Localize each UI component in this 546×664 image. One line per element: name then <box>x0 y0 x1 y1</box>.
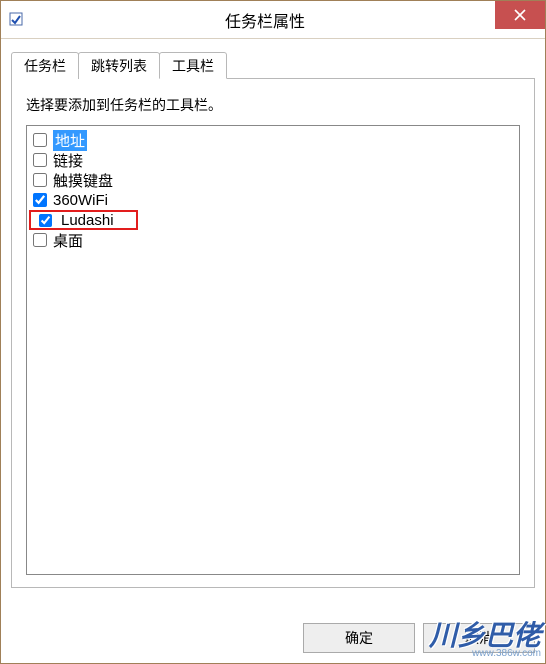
titlebar: 任务栏属性 <box>1 1 545 39</box>
list-item[interactable]: 触摸键盘 <box>29 170 517 190</box>
ok-button[interactable]: 确定 <box>303 623 415 653</box>
cancel-button[interactable]: 取消 <box>423 623 535 653</box>
highlight-annotation: Ludashi <box>29 210 138 230</box>
item-label: 地址 <box>53 130 87 151</box>
list-item[interactable]: 桌面 <box>29 230 517 250</box>
tab-strip: 任务栏 跳转列表 工具栏 <box>11 51 535 79</box>
item-label: Ludashi <box>61 212 114 229</box>
checkbox-desktop[interactable] <box>33 233 47 247</box>
toolbars-listbox[interactable]: 地址 链接 触摸键盘 360WiFi Ludashi <box>26 125 520 575</box>
tab-taskbar[interactable]: 任务栏 <box>11 52 79 79</box>
tab-toolbar[interactable]: 工具栏 <box>159 52 227 79</box>
checkbox-touchkb[interactable] <box>33 173 47 187</box>
close-icon <box>514 9 526 21</box>
window-title: 任务栏属性 <box>0 8 545 32</box>
list-item[interactable]: 360WiFi <box>29 190 517 210</box>
checkbox-ludashi[interactable] <box>39 214 52 227</box>
item-label: 360WiFi <box>53 192 108 209</box>
item-label: 桌面 <box>53 230 83 251</box>
content-area: 任务栏 跳转列表 工具栏 选择要添加到任务栏的工具栏。 地址 链接 触摸键盘 <box>1 39 545 600</box>
checkbox-links[interactable] <box>33 153 47 167</box>
close-button[interactable] <box>495 1 545 29</box>
tab-panel-toolbar: 选择要添加到任务栏的工具栏。 地址 链接 触摸键盘 360WiFi <box>11 79 535 588</box>
list-item[interactable]: 地址 <box>29 130 517 150</box>
checkbox-360wifi[interactable] <box>33 193 47 207</box>
item-label: 链接 <box>53 150 83 171</box>
properties-window: 任务栏属性 任务栏 跳转列表 工具栏 选择要添加到任务栏的工具栏。 地址 链接 <box>0 0 546 664</box>
instruction-text: 选择要添加到任务栏的工具栏。 <box>26 95 520 115</box>
checkbox-address[interactable] <box>33 133 47 147</box>
item-label: 触摸键盘 <box>53 170 113 191</box>
list-item[interactable]: 链接 <box>29 150 517 170</box>
button-bar: 确定 取消 <box>303 623 535 653</box>
tab-jumplist[interactable]: 跳转列表 <box>78 52 160 79</box>
